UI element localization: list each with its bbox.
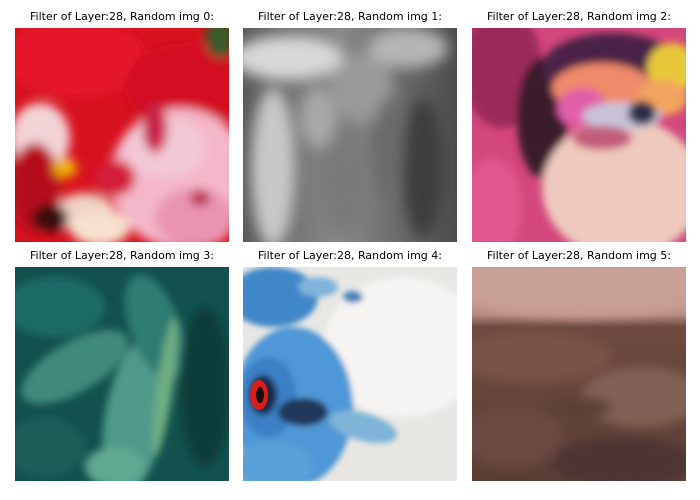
image-tile-pigeon	[243, 267, 457, 481]
image-tile-dune	[472, 267, 686, 481]
image-tile-flower	[15, 28, 229, 242]
panel-title: Filter of Layer:28, Random img 4:	[257, 249, 442, 262]
image-tile-eye	[472, 28, 686, 242]
image-tile-gray-texture	[243, 28, 457, 242]
image-tile-fern	[15, 267, 229, 481]
pigeon-image	[243, 267, 457, 481]
flower-image	[15, 28, 229, 242]
panel-title: Filter of Layer:28, Random img 5:	[486, 249, 671, 262]
panel-title: Filter of Layer:28, Random img 0:	[29, 10, 214, 23]
panel-title: Filter of Layer:28, Random img 1:	[257, 10, 442, 23]
panel-title: Filter of Layer:28, Random img 2:	[486, 10, 671, 23]
fern-image	[15, 267, 229, 481]
dune-image	[472, 267, 686, 481]
gray-texture-image	[243, 28, 457, 242]
eye-image	[472, 28, 686, 242]
panel-title: Filter of Layer:28, Random img 3:	[29, 249, 214, 262]
